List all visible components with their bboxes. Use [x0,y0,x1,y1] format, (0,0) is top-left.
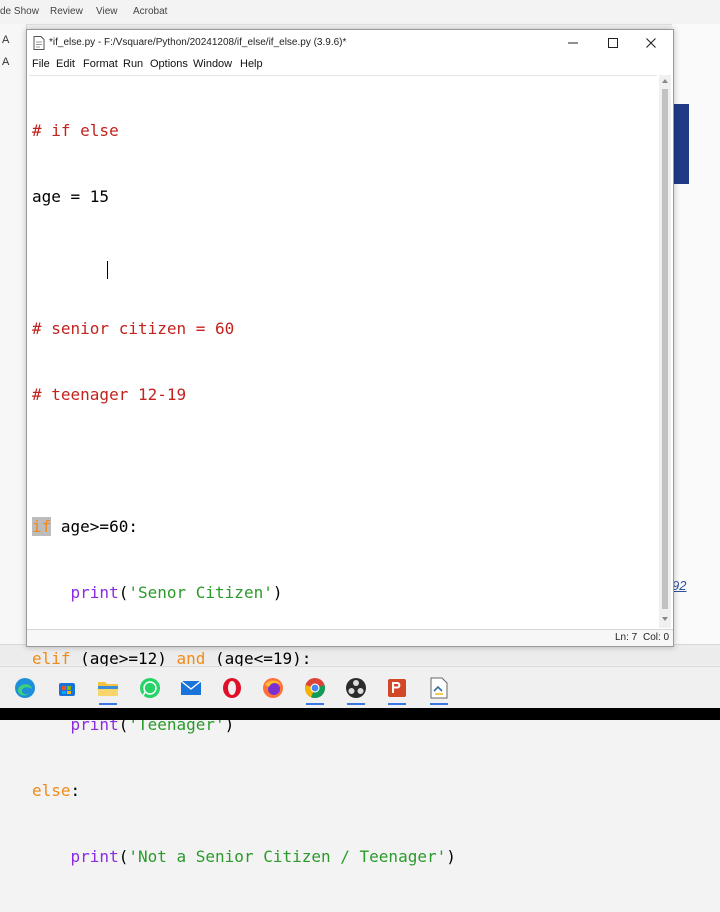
string-token: 'Senor Citizen' [128,583,273,602]
idle-icon[interactable] [426,675,452,705]
indent-token [32,583,71,602]
whatsapp-icon[interactable] [137,675,163,701]
code-token: : [70,781,81,800]
title-bar[interactable]: *if_else.py - F:/Vsquare/Python/20241208… [27,30,673,56]
idle-editor-window: *if_else.py - F:/Vsquare/Python/20241208… [26,29,674,866]
code-token: ) [446,847,456,866]
code-line: # if else [32,120,456,142]
text-cursor [107,261,108,279]
background-slide-area: 92 [672,24,720,644]
code-token: age>=60: [51,517,138,536]
code-text[interactable]: # if else age = 15 # senior citizen = 60… [32,76,456,912]
code-token: age = 15 [32,187,110,206]
menu-format[interactable]: Format [83,58,118,70]
indent-token [32,847,71,866]
string-token: 'Not a Senior Citizen / Teenager' [128,847,447,866]
code-line: # senior citizen = 60 [32,318,456,340]
builtin-token: print [70,847,119,866]
code-line: if age>=60: [32,516,456,538]
menu-run[interactable]: Run [123,58,143,70]
firefox-icon[interactable] [260,675,286,701]
menu-edit[interactable]: Edit [56,58,75,70]
menu-help[interactable]: Help [240,58,263,70]
builtin-token: print [70,583,119,602]
ribbon-tab-acrobat[interactable]: Acrobat [133,6,167,17]
close-button[interactable] [631,30,671,56]
vertical-scrollbar[interactable] [659,75,671,628]
window-title: *if_else.py - F:/Vsquare/Python/20241208… [49,37,347,48]
scrollbar-thumb[interactable] [662,89,668,609]
column-number-status: Col: 0 [643,632,670,643]
slide-thumbnail [672,104,689,184]
taskbar [0,666,720,709]
code-line: else: [32,780,456,802]
comment-token: # teenager 12-19 [32,385,187,404]
page-number: 92 [672,578,687,593]
mail-icon[interactable] [178,675,204,701]
code-token: ( [118,847,129,866]
opera-icon[interactable] [219,675,245,701]
ribbon-tab-review[interactable]: Review [50,6,83,17]
powerpoint-icon[interactable] [384,675,410,705]
code-editor[interactable]: # if else age = 15 # senior citizen = 60… [29,75,657,866]
code-line: print('Not a Senior Citizen / Teenager') [32,846,456,868]
menu-options[interactable]: Options [150,58,188,70]
code-line: age = 15 [32,186,456,208]
minimize-icon [568,42,578,44]
font-color-label: A [2,56,10,68]
menu-window[interactable]: Window [193,58,232,70]
chrome-icon[interactable] [302,675,328,705]
maximize-icon [608,38,618,48]
file-explorer-icon[interactable] [95,675,121,705]
status-bar: Ln: 7 Col: 0 [27,629,673,646]
keyword-token: else [32,781,71,800]
scroll-up-icon[interactable] [662,78,668,84]
menu-file[interactable]: File [32,58,50,70]
edge-icon[interactable] [12,675,38,701]
close-icon [646,38,656,48]
background-left-strip: A A [0,24,27,644]
code-line: # teenager 12-19 [32,384,456,406]
code-line: print('Senor Citizen') [32,582,456,604]
comment-token: # if else [32,121,119,140]
ribbon-tab-slideshow[interactable]: de Show [0,6,39,17]
scroll-down-icon[interactable] [662,616,668,622]
document-icon [33,36,45,50]
ribbon-tab-view[interactable]: View [96,6,118,17]
obs-icon[interactable] [343,675,369,705]
minimize-button[interactable] [553,30,593,56]
background-ribbon: de Show Review View Acrobat [0,0,720,25]
font-size-label: A [2,34,10,46]
store-icon[interactable] [54,675,80,701]
maximize-button[interactable] [593,30,633,56]
code-token: ( [118,583,129,602]
video-letterbox-bar [0,708,720,720]
keyword-token-selected: if [32,517,52,536]
code-token: ) [272,583,283,602]
line-number-status: Ln: 7 [615,632,638,643]
comment-token: # senior citizen = 60 [32,319,235,338]
menu-bar: File Edit Format Run Options Window Help [27,56,673,74]
